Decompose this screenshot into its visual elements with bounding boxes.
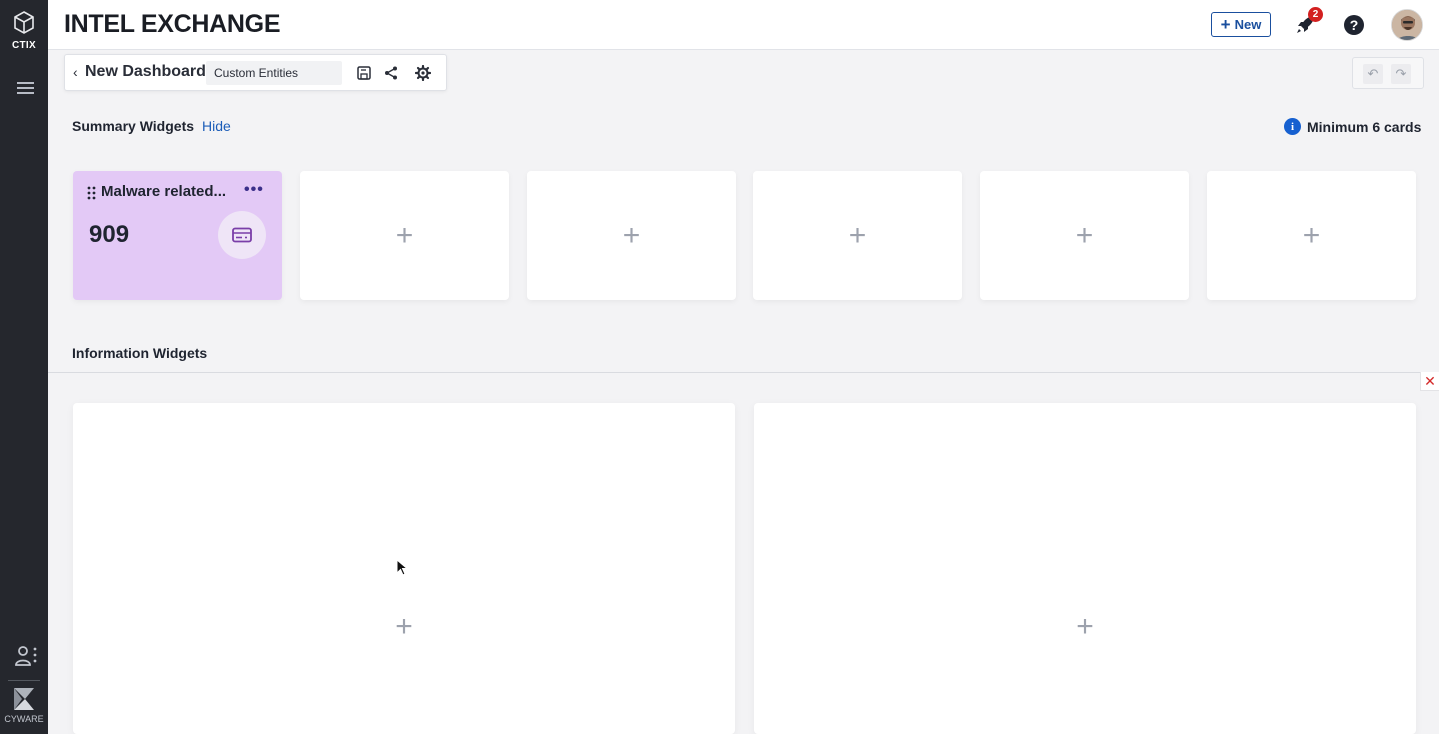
redo-button[interactable]: ↷ xyxy=(1391,64,1411,84)
add-widget-icon[interactable]: + xyxy=(396,219,414,253)
summary-card-value: 909 xyxy=(89,221,130,248)
vendor-label: CYWARE xyxy=(4,714,44,724)
avatar[interactable] xyxy=(1391,9,1423,41)
card-icon xyxy=(232,227,252,243)
summary-card-title: Malware related... xyxy=(101,183,227,200)
minimum-cards-text: Minimum 6 cards xyxy=(1307,118,1422,135)
cyware-logo: CYWARE xyxy=(0,686,48,724)
new-button-label: New xyxy=(1234,17,1262,32)
add-widget-icon[interactable]: + xyxy=(1076,610,1094,644)
summary-card-empty[interactable]: + xyxy=(1207,171,1416,300)
settings-icon[interactable] xyxy=(415,65,431,81)
summary-widgets-heading: Summary Widgets xyxy=(72,118,195,134)
add-widget-icon[interactable]: + xyxy=(623,219,641,253)
dashboard-title[interactable]: New Dashboard xyxy=(85,63,206,81)
summary-card-empty[interactable]: + xyxy=(300,171,509,300)
dashboard-toolbar: ‹ New Dashboard Custom Entities xyxy=(64,54,447,91)
add-widget-icon[interactable]: + xyxy=(395,610,413,644)
app-title: INTEL EXCHANGE xyxy=(64,10,281,38)
dashboard-entity-select[interactable]: Custom Entities xyxy=(206,61,342,85)
sidebar-divider xyxy=(8,680,40,681)
close-icon[interactable]: ✕ xyxy=(1420,372,1439,391)
plus-icon: + xyxy=(1220,15,1231,34)
undo-button[interactable]: ↶ xyxy=(1363,64,1383,84)
information-widgets-heading: Information Widgets xyxy=(72,345,208,361)
share-icon[interactable] xyxy=(383,65,399,81)
notification-badge: 2 xyxy=(1308,7,1323,22)
menu-icon[interactable] xyxy=(17,82,34,94)
summary-card-empty[interactable]: + xyxy=(980,171,1189,300)
more-options-icon[interactable]: ••• xyxy=(244,181,264,199)
undo-redo-group: ↶ ↷ xyxy=(1352,57,1424,89)
notifications-button[interactable]: 2 xyxy=(1295,7,1323,37)
add-widget-icon[interactable]: + xyxy=(1303,219,1321,253)
summary-card-empty[interactable]: + xyxy=(753,171,962,300)
user-settings-icon[interactable] xyxy=(14,645,38,667)
user-photo-icon xyxy=(1392,10,1422,40)
minimum-cards-note: i Minimum 6 cards xyxy=(1284,118,1421,135)
brand-label: CTIX xyxy=(12,40,36,51)
cyware-mark-icon xyxy=(14,688,34,710)
drag-handle-icon[interactable] xyxy=(87,186,96,200)
cube-icon xyxy=(14,11,34,34)
mouse-cursor-icon xyxy=(396,559,408,576)
info-widget-empty[interactable]: + xyxy=(754,403,1416,734)
help-icon[interactable]: ? xyxy=(1344,15,1364,35)
ctix-logo[interactable]: CTIX xyxy=(0,10,48,51)
add-widget-icon[interactable]: + xyxy=(849,219,867,253)
section-divider xyxy=(48,372,1439,373)
sidebar: CTIX CYWARE xyxy=(0,0,48,734)
info-icon: i xyxy=(1284,118,1301,135)
back-chevron-icon[interactable]: ‹ xyxy=(73,64,78,80)
add-widget-icon[interactable]: + xyxy=(1076,219,1094,253)
top-bar: INTEL EXCHANGE + New 2 ? xyxy=(48,0,1439,50)
summary-card-empty[interactable]: + xyxy=(527,171,736,300)
hide-link[interactable]: Hide xyxy=(202,118,231,134)
summary-card-malware[interactable]: Malware related... ••• 909 xyxy=(73,171,282,300)
save-icon[interactable] xyxy=(356,65,372,81)
summary-card-badge xyxy=(218,211,266,259)
new-button[interactable]: + New xyxy=(1211,12,1271,37)
